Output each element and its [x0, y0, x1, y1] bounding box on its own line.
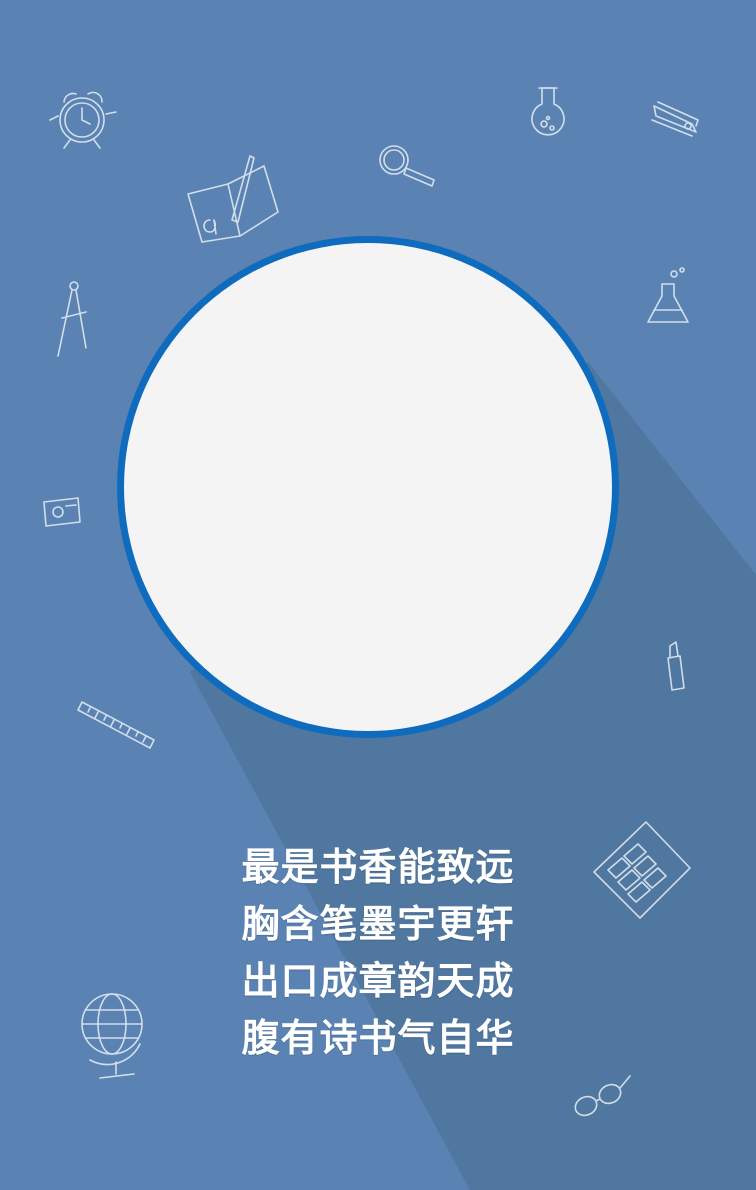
- compass-tool-icon: [57, 281, 87, 357]
- stapler-icon: [651, 101, 699, 137]
- ruler-icon: [77, 701, 155, 749]
- magnifier-icon: [379, 145, 435, 187]
- alarm-clock-icon: [49, 91, 117, 149]
- calculator-icon: [593, 821, 691, 919]
- poem-line-2: 胸含笔墨宇更轩: [241, 901, 515, 946]
- poem-line-3: 出口成章韵天成: [241, 958, 515, 1003]
- photo-frame-placeholder: [124, 243, 612, 731]
- glue-stick-icon: [667, 641, 685, 691]
- photo-frame-ring: [117, 236, 619, 738]
- beaker-icon: [647, 267, 689, 323]
- poem-line-4: 腹有诗书气自华: [241, 1015, 515, 1060]
- globe-icon: [81, 993, 143, 1079]
- glasses-icon: [574, 1075, 631, 1117]
- sharpener-icon: [43, 497, 81, 527]
- poster: 最是书香能致远 胸含笔墨宇更轩 出口成章韵天成 腹有诗书气自华: [0, 0, 756, 1190]
- open-book-pen-icon: [187, 155, 279, 243]
- poem: 最是书香能致远 胸含笔墨宇更轩 出口成章韵天成 腹有诗书气自华: [178, 838, 578, 1066]
- poem-line-1: 最是书香能致远: [241, 844, 515, 889]
- flask-icon: [531, 87, 565, 136]
